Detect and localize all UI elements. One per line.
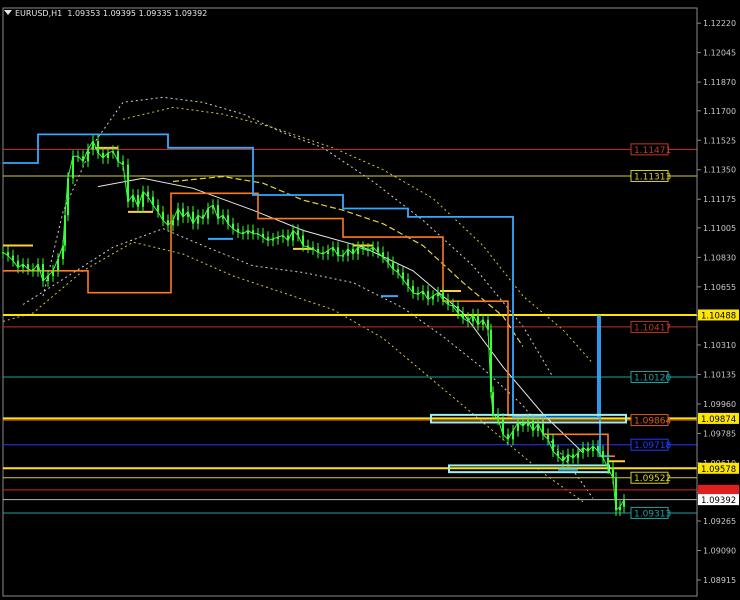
axis-level-tag-label-8: 1.09578 bbox=[701, 465, 736, 475]
kijun-step-line bbox=[3, 133, 610, 458]
chart-header: EURUSD,H1 1.09353 1.09395 1.09335 1.0939… bbox=[4, 9, 207, 19]
axis-tick-label: 1.09785 bbox=[703, 429, 736, 438]
price-line bbox=[2, 139, 625, 512]
symbol-label: EURUSD,H1 bbox=[15, 9, 63, 18]
current-price-label: 1.09392 bbox=[701, 496, 736, 506]
level-label-4: 1.10120 bbox=[634, 373, 671, 383]
axis-tick-label: 1.08915 bbox=[703, 576, 736, 585]
axis-tick-label: 1.12045 bbox=[703, 49, 736, 58]
axis-tick-label: 1.11700 bbox=[703, 107, 736, 116]
band-yellow-lower bbox=[2, 241, 584, 503]
band-yellow-upper bbox=[122, 106, 594, 364]
ohlc-readout: 1.09353 1.09395 1.09335 1.09392 bbox=[67, 9, 208, 18]
chart-window[interactable]: 1.11471 1.11313 1.10417 1.10120 1.09864 1.097… bbox=[0, 0, 740, 600]
level-label-6: 1.09864 bbox=[634, 417, 671, 427]
axis-tick-label: 1.11350 bbox=[703, 166, 736, 175]
level-label-9: 1.09522 bbox=[634, 474, 671, 484]
axis-tick-label: 1.10830 bbox=[703, 253, 736, 262]
axis-tick-label: 1.09960 bbox=[703, 400, 736, 409]
axis-tick-label: 1.11005 bbox=[703, 224, 736, 233]
level-label-3: 1.10417 bbox=[634, 323, 671, 333]
axis-tick-label: 1.12220 bbox=[703, 19, 736, 28]
axis-tick-label: 1.11525 bbox=[703, 136, 736, 145]
axis-tick-label: 1.10655 bbox=[703, 283, 736, 292]
axis-tick-label: 1.11175 bbox=[703, 195, 736, 204]
axis-level-tag-label-2: 1.10488 bbox=[701, 311, 736, 321]
level-label-7: 1.09718 bbox=[634, 441, 671, 451]
plot-frame bbox=[2, 7, 698, 597]
dropdown-triangle-icon[interactable] bbox=[4, 10, 12, 15]
axis-tick-label: 1.09090 bbox=[703, 547, 736, 556]
axis-tick-label: 1.09265 bbox=[703, 517, 736, 526]
axis-tick-label: 1.11870 bbox=[703, 78, 736, 87]
level-label-1: 1.11313 bbox=[634, 172, 671, 182]
level-label-11: 1.09313 bbox=[634, 509, 671, 519]
axis-tick-label: 1.10135 bbox=[703, 370, 736, 379]
price-chart[interactable]: 1.11471 1.11313 1.10417 1.10120 1.09864 1.097… bbox=[0, 0, 740, 600]
axis-tick-label: 1.10310 bbox=[703, 341, 736, 350]
level-label-0: 1.11471 bbox=[634, 146, 671, 156]
axis-red-tag bbox=[698, 484, 739, 495]
axis-level-tag-label-5: 1.09874 bbox=[701, 415, 736, 425]
